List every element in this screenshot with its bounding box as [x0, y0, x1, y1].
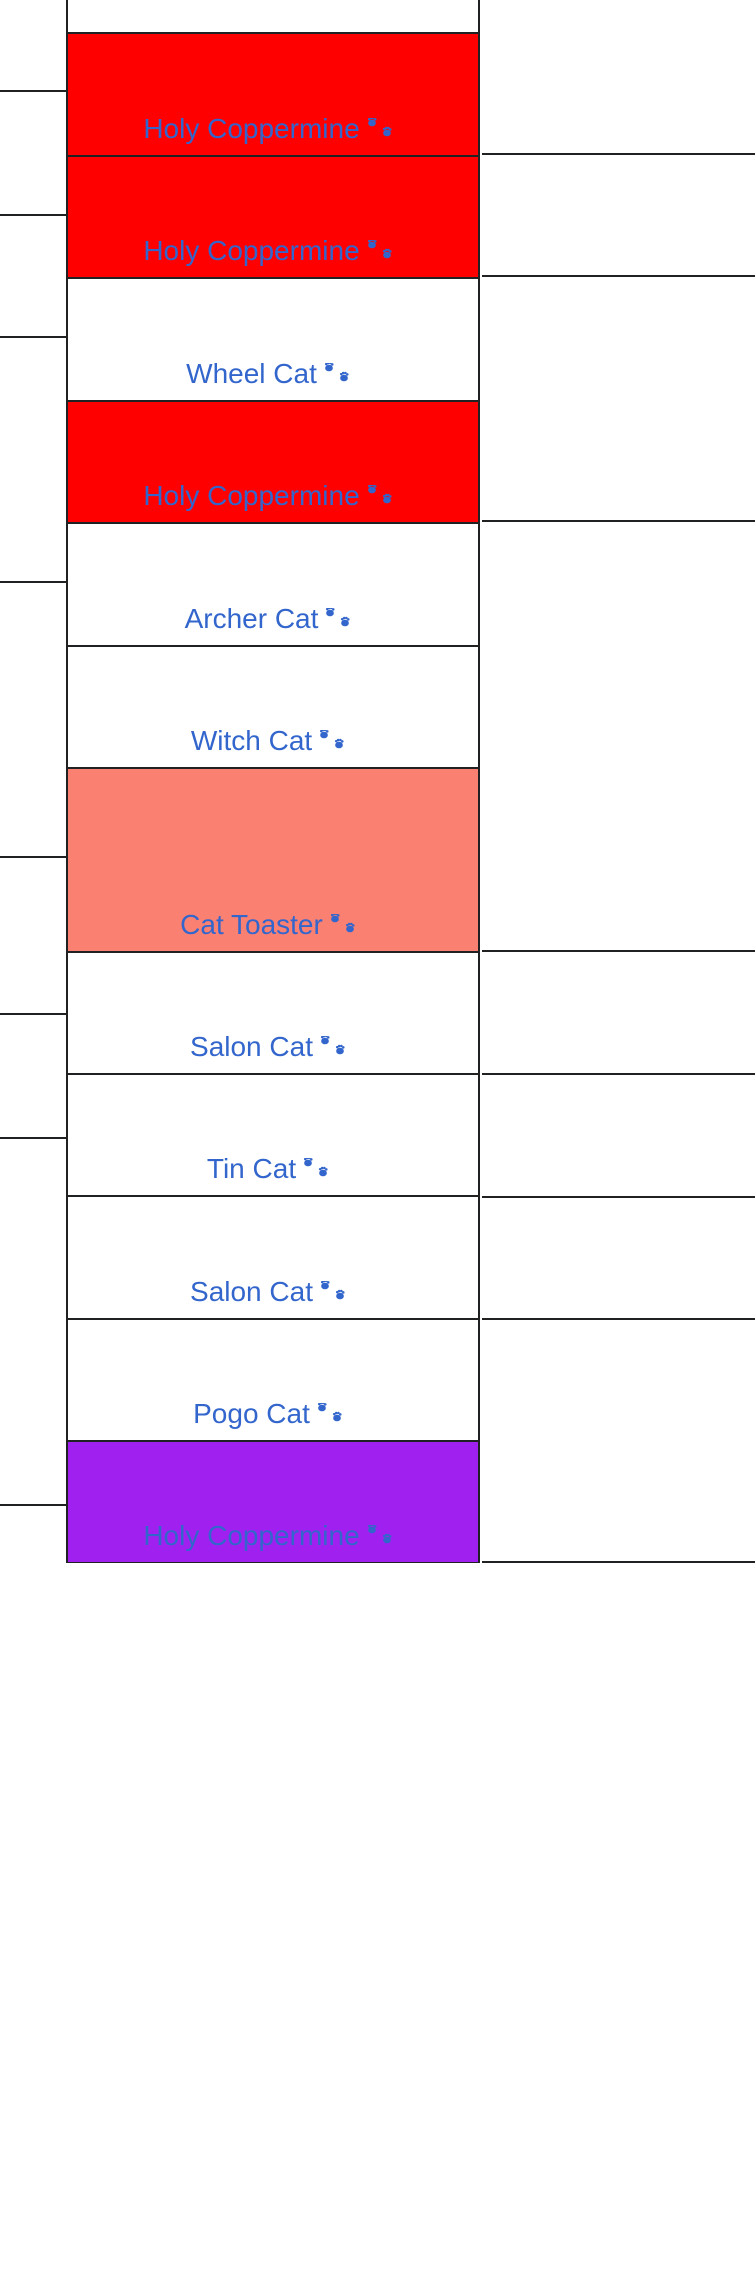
- unit-link[interactable]: Holy Coppermine: [143, 480, 402, 511]
- unit-label: Holy Coppermine: [143, 235, 359, 266]
- left-cell: [0, 1015, 66, 1139]
- left-cell: [0, 92, 66, 216]
- unit-label: Holy Coppermine: [143, 1520, 359, 1551]
- unit-label: Salon Cat: [190, 1276, 313, 1307]
- paw-icon: [339, 0, 379, 1]
- unit-label: Gardener Cat: [167, 0, 337, 1]
- unit-link[interactable]: Holy Coppermine: [143, 113, 402, 144]
- unit-table: Gardener Cat Holy Coppermine Holy Coppermi…: [66, 0, 480, 1563]
- unit-cell: Wheel Cat: [67, 278, 479, 401]
- paw-icon: [363, 1525, 403, 1551]
- paw-icon: [316, 1281, 356, 1307]
- right-cell: [482, 1320, 755, 1563]
- unit-link[interactable]: Salon Cat: [190, 1276, 356, 1307]
- paw-icon: [363, 485, 403, 511]
- unit-cell: Tin Cat: [67, 1074, 479, 1196]
- paw-icon: [320, 363, 360, 389]
- unit-label: Pogo Cat: [193, 1398, 310, 1429]
- unit-label: Witch Cat: [191, 725, 312, 756]
- unit-label: Wheel Cat: [186, 358, 317, 389]
- unit-label: Archer Cat: [185, 603, 319, 634]
- unit-cell: Holy Coppermine: [67, 33, 479, 156]
- paw-icon: [316, 1036, 356, 1062]
- right-column-cells: [482, 0, 755, 1563]
- unit-cell: Gardener Cat: [67, 0, 479, 33]
- left-column-cells: [0, 0, 66, 1506]
- unit-cell: Salon Cat: [67, 952, 479, 1074]
- unit-link[interactable]: Gardener Cat: [167, 0, 380, 1]
- unit-label: Holy Coppermine: [143, 113, 359, 144]
- unit-cell: Archer Cat: [67, 523, 479, 646]
- left-cell: [0, 583, 66, 858]
- unit-cell: Holy Coppermine: [67, 1441, 479, 1563]
- unit-link[interactable]: Witch Cat: [191, 725, 355, 756]
- unit-link[interactable]: Salon Cat: [190, 1031, 356, 1062]
- right-cell: [482, 1198, 755, 1320]
- left-cell: [0, 858, 66, 1015]
- right-cell: [482, 952, 755, 1075]
- unit-cell: Witch Cat: [67, 646, 479, 768]
- paw-icon: [326, 914, 366, 940]
- unit-cell: Salon Cat: [67, 1196, 479, 1319]
- unit-link[interactable]: Archer Cat: [185, 603, 362, 634]
- unit-label: Cat Toaster: [180, 909, 323, 940]
- unit-label: Tin Cat: [207, 1153, 296, 1184]
- unit-cell: Holy Coppermine: [67, 401, 479, 523]
- left-cell: [0, 216, 66, 338]
- unit-link[interactable]: Holy Coppermine: [143, 1520, 402, 1551]
- paw-icon: [313, 1403, 353, 1429]
- right-cell: [482, 0, 755, 155]
- unit-cell: Pogo Cat: [67, 1319, 479, 1441]
- right-cell: [482, 277, 755, 522]
- paw-icon: [363, 118, 403, 144]
- unit-label: Holy Coppermine: [143, 480, 359, 511]
- unit-link[interactable]: Tin Cat: [207, 1153, 339, 1184]
- left-cell: [0, 1139, 66, 1506]
- unit-cell: Cat Toaster: [67, 768, 479, 952]
- right-cell: [482, 522, 755, 952]
- paw-icon: [363, 240, 403, 266]
- unit-link[interactable]: Holy Coppermine: [143, 235, 402, 266]
- unit-link[interactable]: Pogo Cat: [193, 1398, 353, 1429]
- unit-label: Salon Cat: [190, 1031, 313, 1062]
- unit-cell: Holy Coppermine: [67, 156, 479, 278]
- unit-link[interactable]: Cat Toaster: [180, 909, 366, 940]
- unit-link[interactable]: Wheel Cat: [186, 358, 360, 389]
- left-cell: [0, 0, 66, 92]
- right-cell: [482, 1075, 755, 1198]
- right-cell: [482, 155, 755, 277]
- paw-icon: [299, 1158, 339, 1184]
- paw-icon: [315, 730, 355, 756]
- left-cell: [0, 338, 66, 583]
- paw-icon: [321, 608, 361, 634]
